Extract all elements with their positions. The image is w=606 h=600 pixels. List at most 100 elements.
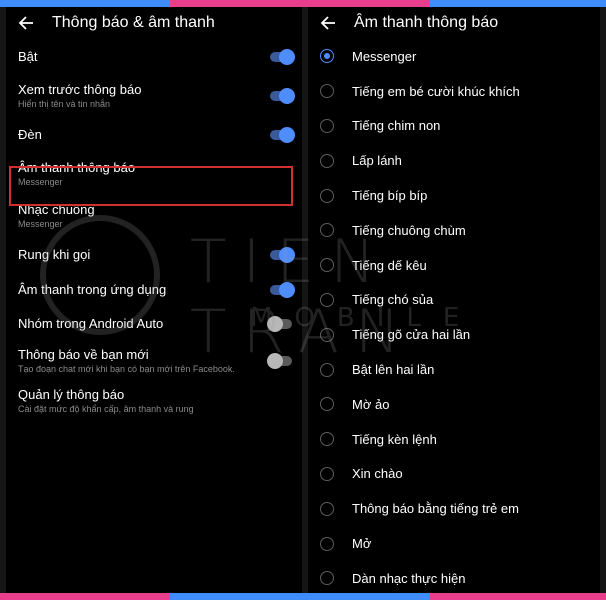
setting-row[interactable]: Bật	[6, 39, 302, 75]
setting-title: Nhạc chuông	[18, 202, 95, 217]
radio-button[interactable]	[320, 397, 334, 412]
sound-option-label: Tiếng kèn lệnh	[352, 431, 437, 447]
sound-option-label: Xin chào	[352, 466, 403, 482]
left-header: Thông báo & âm thanh	[6, 7, 302, 39]
setting-title: Quản lý thông báo	[18, 387, 125, 402]
settings-list: Bật Xem trước thông báo Hiển thị tên và ti…	[6, 39, 302, 421]
toggle-switch[interactable]	[270, 282, 295, 298]
setting-subtitle: Messenger	[18, 219, 63, 229]
radio-button[interactable]	[320, 327, 334, 342]
setting-title: Đèn	[18, 127, 42, 142]
sound-option-label: Messenger	[352, 48, 417, 64]
back-arrow-icon[interactable]	[320, 15, 336, 31]
sound-option[interactable]: Tiếng em bé cười khúc khích	[308, 74, 600, 109]
sound-option[interactable]: Mở	[308, 526, 600, 561]
sound-option-label: Tiếng gõ cửa hai lần	[352, 327, 471, 343]
setting-row[interactable]: Âm thanh trong ứng dụng	[6, 273, 302, 307]
toggle-switch[interactable]	[270, 127, 295, 143]
setting-text: Rung khi gọi	[18, 247, 90, 263]
radio-button[interactable]	[320, 258, 334, 273]
sound-option-label: Tiếng chuông chùm	[352, 222, 466, 238]
setting-row[interactable]: Đèn	[6, 117, 302, 153]
setting-row[interactable]: Quản lý thông báo Cài đặt mức độ khẩn cấp…	[6, 381, 302, 421]
toggle-knob	[267, 353, 283, 369]
sound-option-label: Tiếng dế kêu	[352, 257, 427, 273]
toggle-knob	[279, 247, 295, 263]
toggle-knob	[279, 88, 295, 104]
setting-text: Âm thanh trong ứng dụng	[18, 282, 166, 298]
setting-row[interactable]: Âm thanh thông báo Messenger	[6, 153, 302, 195]
sound-option[interactable]: Tiếng gõ cửa hai lần	[308, 317, 600, 352]
sound-option[interactable]: Tiếng chó sủa	[308, 283, 600, 318]
setting-text: Quản lý thông báo Cài đặt mức độ khẩn cấp…	[18, 387, 194, 415]
setting-text: Xem trước thông báo Hiển thị tên và tin n…	[18, 82, 141, 110]
screenshot-frame: Thông báo & âm thanh Bật Xem trước thông …	[0, 0, 606, 600]
radio-button[interactable]	[320, 571, 334, 586]
radio-button[interactable]	[320, 501, 334, 516]
sound-option-label: Lấp lánh	[352, 153, 402, 169]
accent-bar	[0, 0, 170, 7]
accent-bar	[170, 0, 430, 7]
setting-subtitle: Hiển thị tên và tin nhắn	[18, 99, 111, 109]
radio-button[interactable]	[320, 188, 334, 203]
setting-text: Đèn	[18, 127, 42, 143]
setting-row[interactable]: Rung khi gọi	[6, 237, 302, 273]
notifications-settings-screen: Thông báo & âm thanh Bật Xem trước thông …	[6, 7, 302, 593]
radio-button[interactable]	[320, 118, 334, 133]
sound-option-label: Bật lên hai lần	[352, 362, 435, 378]
sound-option[interactable]: Bật lên hai lần	[308, 352, 600, 387]
accent-bar	[0, 593, 170, 600]
toggle-switch[interactable]	[270, 49, 295, 65]
sound-option[interactable]: Lấp lánh	[308, 143, 600, 178]
toggle-switch[interactable]	[270, 247, 295, 263]
sound-option[interactable]: Dàn nhạc thực hiện	[308, 561, 600, 593]
page-title: Âm thanh thông báo	[354, 14, 499, 31]
setting-title: Rung khi gọi	[18, 247, 91, 262]
sound-option[interactable]: Tiếng kèn lệnh	[308, 422, 600, 457]
toggle-knob	[279, 49, 295, 65]
sound-option-label: Mở	[352, 536, 372, 552]
toggle-switch[interactable]	[267, 353, 292, 369]
sound-option[interactable]: Thông báo bằng tiếng trẻ em	[308, 491, 600, 526]
radio-button[interactable]	[320, 432, 334, 447]
accent-bar	[430, 593, 606, 600]
setting-title: Bật	[18, 49, 38, 64]
setting-text: Bật	[18, 49, 38, 65]
radio-button[interactable]	[320, 362, 334, 377]
radio-button[interactable]	[320, 84, 334, 99]
back-arrow-icon[interactable]	[18, 15, 34, 31]
sound-option-label: Thông báo bằng tiếng trẻ em	[352, 501, 519, 517]
sound-option-label: Tiếng chó sủa	[352, 292, 434, 308]
sound-option[interactable]: Mờ ảo	[308, 387, 600, 422]
setting-text: Âm thanh thông báo Messenger	[18, 160, 135, 188]
radio-button[interactable]	[320, 153, 334, 168]
sound-option-label: Dàn nhạc thực hiện	[352, 570, 466, 586]
setting-row[interactable]: Thông báo về bạn mới Tạo đoạn chat mới kh…	[6, 341, 302, 381]
sound-option[interactable]: Tiếng chim non	[308, 109, 600, 144]
sound-option-label: Tiếng bíp bíp	[352, 188, 428, 204]
toggle-switch[interactable]	[270, 88, 295, 104]
toggle-switch[interactable]	[267, 316, 292, 332]
sound-option[interactable]: Xin chào	[308, 457, 600, 492]
setting-subtitle: Messenger	[18, 177, 63, 187]
page-title: Thông báo & âm thanh	[52, 14, 215, 31]
setting-title: Nhóm trong Android Auto	[18, 316, 164, 331]
sound-option-label: Tiếng em bé cười khúc khích	[352, 83, 520, 99]
setting-row[interactable]: Xem trước thông báo Hiển thị tên và tin n…	[6, 75, 302, 117]
sound-option[interactable]: Tiếng bíp bíp	[308, 178, 600, 213]
radio-button[interactable]	[320, 223, 334, 238]
setting-row[interactable]: Nhạc chuông Messenger	[6, 195, 302, 237]
setting-text: Nhóm trong Android Auto	[18, 316, 163, 332]
setting-title: Xem trước thông báo	[18, 82, 142, 97]
sound-option[interactable]: Messenger	[308, 39, 600, 74]
radio-button[interactable]	[320, 536, 334, 551]
sound-option[interactable]: Tiếng dế kêu	[308, 248, 600, 283]
sound-option[interactable]: Tiếng chuông chùm	[308, 213, 600, 248]
radio-button[interactable]	[320, 292, 334, 307]
setting-title: Âm thanh trong ứng dụng	[18, 282, 167, 297]
sound-option-label: Tiếng chim non	[352, 118, 441, 134]
setting-row[interactable]: Nhóm trong Android Auto	[6, 307, 302, 341]
radio-button[interactable]	[320, 466, 334, 481]
notification-sound-screen: Âm thanh thông báo Messenger Tiếng em bé …	[308, 7, 600, 593]
radio-button[interactable]	[320, 49, 334, 64]
